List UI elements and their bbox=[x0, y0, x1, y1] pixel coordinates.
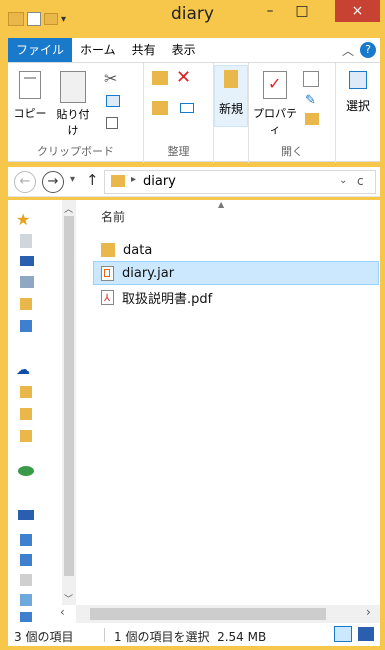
details-view-icon[interactable] bbox=[334, 626, 352, 642]
nav-scrollbar[interactable]: ︿ ﹀ bbox=[62, 200, 76, 605]
open-group: ✓ プロパティ ✎ 開く bbox=[248, 63, 336, 163]
paste-icon bbox=[60, 71, 86, 103]
select-icon bbox=[349, 71, 367, 89]
new-button[interactable]: 新規 bbox=[214, 65, 248, 127]
scroll-up-icon[interactable]: ︿ bbox=[64, 202, 73, 215]
help-icon[interactable]: ? bbox=[360, 42, 376, 58]
copy-path-icon[interactable] bbox=[106, 95, 120, 107]
folder-icon[interactable] bbox=[20, 534, 32, 546]
download-icon[interactable] bbox=[20, 320, 32, 332]
favorites-star-icon[interactable]: ★ bbox=[16, 210, 30, 229]
recent-locations-icon[interactable]: ▾ bbox=[70, 174, 75, 185]
maximize-button[interactable]: □ bbox=[287, 0, 317, 22]
edit-icon[interactable]: ✎ bbox=[305, 93, 316, 108]
onedrive-icon[interactable]: ☁ bbox=[16, 362, 30, 378]
column-header-name[interactable]: 名前 bbox=[101, 208, 125, 225]
cut-icon[interactable]: ✂ bbox=[104, 69, 117, 88]
history-icon[interactable] bbox=[305, 113, 319, 125]
breadcrumb-diary[interactable]: diary bbox=[143, 174, 176, 189]
new-folder-icon bbox=[224, 70, 238, 88]
scroll-thumb[interactable] bbox=[90, 608, 326, 620]
move-to-icon[interactable] bbox=[152, 71, 168, 85]
ribbon: コピー 貼り付け ✂ クリップボード ✕ 整理 新規 ✓ プロパティ ✎ 開く … bbox=[8, 62, 380, 163]
folder-icon bbox=[101, 243, 115, 257]
scroll-thumb[interactable] bbox=[64, 216, 74, 576]
homegroup-icon[interactable] bbox=[18, 466, 34, 476]
folder-icon[interactable] bbox=[20, 554, 32, 566]
copy-icon bbox=[19, 71, 41, 99]
tab-share[interactable]: 共有 bbox=[124, 38, 164, 62]
open-icon[interactable] bbox=[303, 71, 319, 87]
picture-icon[interactable] bbox=[20, 594, 32, 606]
list-item[interactable]: data bbox=[93, 238, 379, 262]
minimize-button[interactable]: – bbox=[255, 0, 285, 22]
computer-icon[interactable] bbox=[20, 276, 34, 288]
paste-button[interactable]: 貼り付け bbox=[52, 71, 94, 138]
selection-info: 1 個の項目を選択 2.54 MB bbox=[114, 630, 267, 644]
scroll-right-icon[interactable]: › bbox=[366, 605, 371, 619]
scroll-down-icon[interactable]: ﹀ bbox=[64, 592, 73, 605]
item-count: 3 個の項目 bbox=[14, 630, 74, 644]
select-button[interactable]: 選択 bbox=[340, 71, 376, 114]
new-group: 新規 bbox=[214, 63, 248, 163]
select-group: 選択 bbox=[336, 63, 380, 163]
video-icon[interactable] bbox=[20, 612, 32, 622]
address-field[interactable]: ▸ diary ⌄ c bbox=[104, 170, 376, 194]
large-icons-view-icon[interactable] bbox=[358, 627, 374, 641]
back-button[interactable]: ← bbox=[14, 171, 36, 193]
desktop-icon[interactable] bbox=[20, 256, 34, 266]
recycle-icon[interactable] bbox=[20, 234, 32, 248]
folder-icon bbox=[111, 175, 125, 187]
properties-button[interactable]: ✓ プロパティ bbox=[251, 71, 299, 137]
copy-to-icon[interactable] bbox=[152, 101, 168, 115]
address-dropdown-icon[interactable]: ⌄ bbox=[339, 175, 347, 186]
horizontal-scrollbar[interactable]: ‹ › bbox=[60, 605, 380, 623]
java-file-icon bbox=[101, 265, 114, 281]
address-bar-row: ← → ▾ ↑ ▸ diary ⌄ c bbox=[8, 167, 380, 197]
folder-icon[interactable] bbox=[20, 386, 32, 398]
sort-indicator-icon: ▲ bbox=[218, 200, 225, 209]
clipboard-group: コピー 貼り付け ✂ クリップボード bbox=[8, 63, 144, 163]
list-item[interactable]: diary.jar bbox=[93, 261, 379, 285]
document-icon[interactable] bbox=[20, 574, 32, 586]
up-button[interactable]: ↑ bbox=[86, 171, 99, 189]
organize-group: ✕ 整理 bbox=[144, 63, 214, 163]
status-bar: 3 個の項目 1 個の項目を選択 2.54 MB bbox=[8, 624, 380, 646]
paste-shortcut-icon[interactable] bbox=[106, 117, 118, 129]
tab-view[interactable]: 表示 bbox=[164, 38, 204, 62]
properties-icon: ✓ bbox=[263, 71, 287, 99]
pc-icon[interactable] bbox=[18, 510, 34, 520]
close-button[interactable]: × bbox=[335, 0, 380, 22]
collapse-ribbon-icon[interactable]: ︿ bbox=[342, 42, 354, 59]
status-separator bbox=[104, 628, 105, 642]
copy-button[interactable]: コピー bbox=[10, 71, 50, 121]
explorer-window: ▾ diary – □ × ファイル ホーム 共有 表示 ︿ ? コピー 貼り付… bbox=[0, 0, 385, 650]
list-item[interactable]: ⅄ 取扱説明書.pdf bbox=[93, 285, 379, 309]
title-bar: ▾ diary – □ × bbox=[0, 0, 385, 38]
scroll-left-icon[interactable]: ‹ bbox=[60, 605, 65, 619]
window-title: diary bbox=[171, 4, 214, 24]
pdf-file-icon: ⅄ bbox=[101, 289, 114, 305]
delete-icon[interactable]: ✕ bbox=[176, 67, 191, 88]
tab-home[interactable]: ホーム bbox=[72, 38, 124, 62]
forward-button[interactable]: → bbox=[42, 171, 64, 193]
file-list: 名前 ▲ data diary.jar ⅄ 取扱説明書.pdf bbox=[76, 200, 380, 624]
breadcrumb-separator-icon: ▸ bbox=[131, 174, 137, 185]
ribbon-tabs: ファイル ホーム 共有 表示 ︿ ? bbox=[8, 38, 380, 62]
folder-icon[interactable] bbox=[20, 298, 32, 310]
folder-icon[interactable] bbox=[20, 430, 32, 442]
refresh-icon[interactable]: c bbox=[357, 174, 364, 188]
folder-icon[interactable] bbox=[20, 408, 32, 420]
tab-file[interactable]: ファイル bbox=[8, 38, 73, 62]
rename-icon[interactable] bbox=[180, 103, 194, 113]
